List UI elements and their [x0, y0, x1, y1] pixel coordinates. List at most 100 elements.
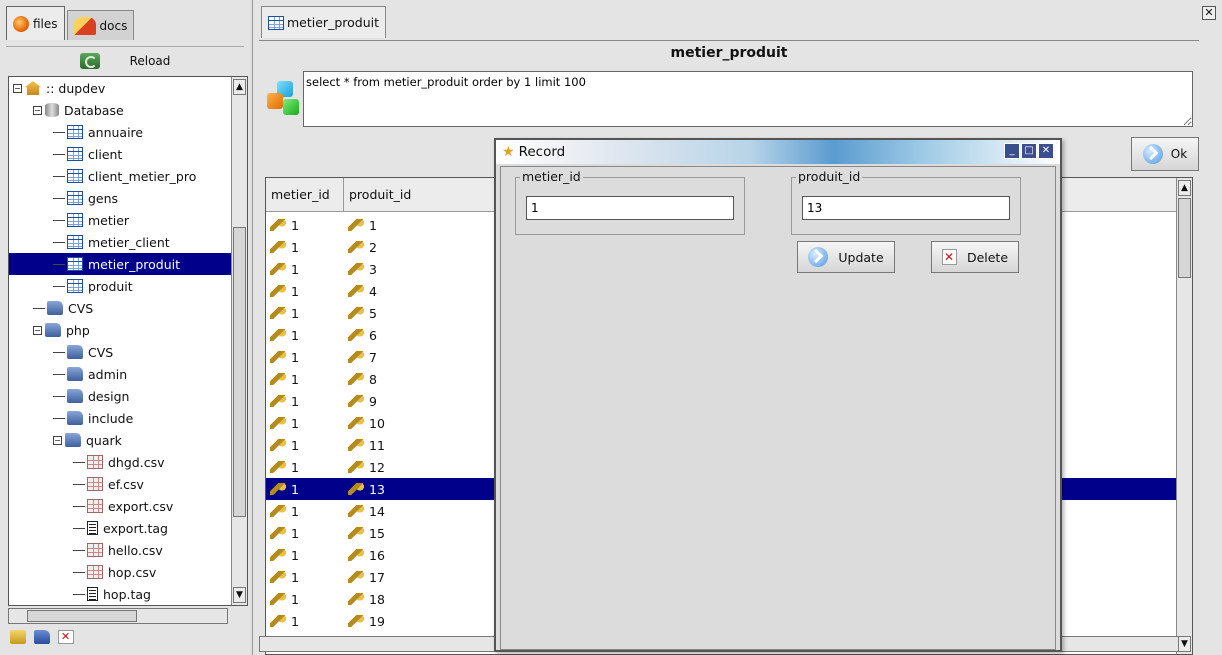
tab-metier-produit[interactable]: metier_produit [261, 6, 386, 38]
cell-value: 1 [291, 569, 299, 585]
metier-id-cell: 1 [266, 350, 344, 365]
tree-item[interactable]: CVS [9, 297, 231, 319]
delete-button[interactable]: Delete [931, 241, 1019, 273]
tree-item[interactable]: include [9, 407, 231, 429]
folder-icon [67, 411, 83, 425]
scroll-thumb[interactable] [233, 227, 246, 517]
cell-value: 7 [369, 349, 377, 365]
column-header-metier-id[interactable]: metier_id [266, 178, 344, 212]
key-icon [348, 439, 364, 451]
cell-value: 16 [369, 547, 385, 563]
scroll-up-arrow-icon[interactable]: ▲ [233, 79, 246, 95]
metier-id-field[interactable] [526, 196, 734, 220]
metier-id-cell: 1 [266, 482, 344, 497]
tab-docs[interactable]: docs [66, 10, 135, 40]
tree-item[interactable]: produit [9, 275, 231, 297]
tree-item[interactable]: design [9, 385, 231, 407]
key-icon [348, 241, 364, 253]
collapse-toggle-icon[interactable]: − [53, 435, 62, 445]
metier-id-cell: 1 [266, 372, 344, 387]
reload-button[interactable]: Reload [6, 46, 244, 74]
key-icon [270, 505, 286, 517]
tree-item[interactable]: dhgd.csv [9, 451, 231, 473]
minimize-icon[interactable]: _ [1004, 143, 1020, 159]
tree-item[interactable]: CVS [9, 341, 231, 363]
new-file-icon[interactable] [10, 630, 26, 644]
tree-item[interactable]: ef.csv [9, 473, 231, 495]
tree-connector [33, 307, 45, 309]
tree-item[interactable]: client_metier_pro [9, 165, 231, 187]
tree-item[interactable]: hello.csv [9, 539, 231, 561]
file-tree: −:: dupdev − Database annuaire client client_… [8, 76, 248, 606]
open-folder-icon[interactable] [34, 630, 50, 644]
metier-id-cell: 1 [266, 570, 344, 585]
cell-value: 8 [369, 371, 377, 387]
tree-connector [53, 285, 65, 287]
tree-item[interactable]: annuaire [9, 121, 231, 143]
cell-value: 1 [291, 305, 299, 321]
tree-item[interactable]: metier_produit [9, 253, 231, 275]
key-icon [270, 241, 286, 253]
tree-item-label: metier [88, 212, 130, 228]
tree-item-label: admin [88, 366, 128, 382]
collapse-toggle-icon[interactable]: − [13, 83, 22, 93]
dialog-titlebar[interactable]: ★ Record _ □ ✕ [496, 140, 1060, 164]
cell-value: 1 [291, 261, 299, 277]
csv-icon [87, 455, 103, 469]
tree-item[interactable]: admin [9, 363, 231, 385]
table-icon [67, 147, 83, 161]
delete-icon[interactable] [58, 630, 74, 644]
tree-item-label: export.tag [103, 520, 168, 536]
tree-connector [53, 219, 65, 221]
tree-item[interactable]: client [9, 143, 231, 165]
table-icon [268, 15, 284, 30]
tree-item[interactable]: metier [9, 209, 231, 231]
tree-item[interactable]: hop.tag [9, 583, 231, 605]
cell-value: 1 [291, 283, 299, 299]
tree-item[interactable]: export.tag [9, 517, 231, 539]
metier-id-cell: 1 [266, 548, 344, 563]
close-icon[interactable]: ✕ [1038, 143, 1054, 159]
ok-button[interactable]: Ok [1131, 137, 1199, 171]
query-title: metier_produit [670, 45, 788, 61]
tree-item[interactable]: export.csv [9, 495, 231, 517]
close-icon[interactable]: ✕ [1202, 6, 1216, 20]
scroll-up-arrow-icon[interactable]: ▲ [1178, 180, 1191, 196]
table-icon [67, 279, 83, 293]
sql-query-input[interactable]: select * from metier_produit order by 1 … [303, 71, 1193, 127]
cell-value: 19 [369, 613, 385, 629]
key-icon [270, 417, 286, 429]
grid-vertical-scrollbar[interactable]: ▲ ▼ [1176, 178, 1192, 654]
tree-item[interactable]: metier_client [9, 231, 231, 253]
tree-item[interactable]: gens [9, 187, 231, 209]
folder-icon [45, 323, 61, 337]
query-cubes-icon [267, 81, 301, 115]
collapse-toggle-icon[interactable]: − [33, 325, 42, 335]
update-button[interactable]: Update [797, 241, 895, 273]
tree-item[interactable]: − php [9, 319, 231, 341]
scroll-down-arrow-icon[interactable]: ▼ [233, 587, 246, 603]
produit-id-fieldset: produit_id [791, 169, 1021, 235]
scroll-thumb[interactable] [1178, 198, 1191, 278]
tree-item[interactable]: −:: dupdev [9, 77, 231, 99]
produit-id-field[interactable] [802, 196, 1010, 220]
tree-connector [53, 131, 65, 133]
metier-id-cell: 1 [266, 504, 344, 519]
tree-item[interactable]: hop.csv [9, 561, 231, 583]
key-icon [348, 505, 364, 517]
tree-item[interactable]: − Database [9, 99, 231, 121]
key-icon [270, 219, 286, 231]
tree-item[interactable]: − quark [9, 429, 231, 451]
scroll-thumb[interactable] [27, 610, 137, 622]
tree-connector [53, 153, 65, 155]
tree-horizontal-scrollbar[interactable] [8, 608, 228, 624]
cell-value: 11 [369, 437, 385, 453]
tree-vertical-scrollbar[interactable]: ▲ ▼ [231, 77, 247, 605]
collapse-toggle-icon[interactable]: − [33, 105, 42, 115]
scroll-down-arrow-icon[interactable]: ▼ [1178, 636, 1191, 652]
maximize-icon[interactable]: □ [1021, 143, 1037, 159]
tab-files[interactable]: files [6, 6, 65, 40]
key-icon [348, 571, 364, 583]
key-icon [348, 527, 364, 539]
tree-connector [73, 461, 85, 463]
